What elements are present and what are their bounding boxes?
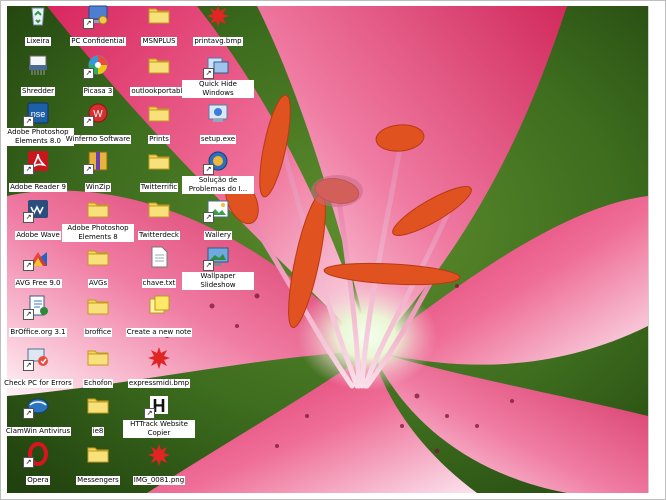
folder-icon: [146, 148, 172, 174]
desktop-icon-label: Picasa 3: [82, 87, 114, 96]
photoshop-elements-icon: pse ↗: [23, 100, 51, 127]
desktop-icon-label: Messengers: [76, 476, 120, 485]
desktop-icon-label: outlookportable: [130, 87, 188, 96]
bmp-splash-icon: [146, 344, 172, 370]
sticky-note-icon: [146, 293, 172, 319]
desktop-icon-label: Shredder: [21, 87, 55, 96]
desktop-icon-label: BrOffice.org 3.1: [9, 328, 67, 337]
broffice-icon: ↗: [23, 293, 51, 320]
desktop-icon-label: printavg.bmp: [193, 37, 243, 46]
text-file-icon: [146, 244, 172, 270]
folder-icon: [85, 392, 111, 418]
desktop-icon-label: Adobe Reader 9: [9, 183, 67, 192]
folder-icon: [146, 52, 172, 78]
opera-icon: ↗: [23, 441, 51, 468]
shortcut-arrow-icon: ↗: [203, 68, 214, 79]
desktop-icon-label: AVG Free 9.0: [14, 279, 62, 288]
adobe-reader-icon: ↗: [23, 148, 51, 175]
desktop-icon-label: Wallery: [204, 231, 232, 240]
desktop-icon-label: Adobe Wave: [15, 231, 61, 240]
shortcut-arrow-icon: ↗: [23, 212, 34, 223]
desktop-icon-label: Lixeira: [25, 37, 51, 46]
desktop-icon-label: Winferno Software: [64, 135, 132, 144]
folder-icon: [85, 196, 111, 222]
avg-icon: ↗: [23, 244, 51, 271]
picasa-icon: ↗: [83, 52, 111, 79]
shortcut-arrow-icon: ↗: [83, 164, 94, 175]
folder-icon: [85, 293, 111, 319]
right-screen-edge: [648, 6, 659, 493]
desktop-icon[interactable]: Create a new note: [123, 293, 195, 338]
desktop-icon-label: PC Confidential: [70, 37, 126, 46]
desktop-icon-label: Twitterrific: [139, 183, 179, 192]
desktop-icon[interactable]: IMG_0081.png: [123, 441, 195, 486]
desktop-icon-label: HTTrack Website Copier: [123, 420, 195, 438]
troubleshoot-icon: ↗: [203, 148, 231, 175]
desktop-icon-label: MSNPLUS: [141, 37, 177, 46]
shortcut-arrow-icon: ↗: [23, 309, 34, 320]
desktop-icon-label: expressmidi.bmp: [127, 379, 191, 388]
shredder-icon: [25, 52, 51, 78]
check-pc-icon: ↗: [23, 344, 51, 371]
desktop-icon[interactable]: ↗ Solução de Problemas do I...: [182, 148, 254, 195]
winferno-icon: W ↗: [83, 100, 111, 127]
shortcut-arrow-icon: ↗: [23, 116, 34, 127]
shortcut-arrow-icon: ↗: [23, 260, 34, 271]
shortcut-arrow-icon: ↗: [203, 212, 214, 223]
pc-lock-icon: ↗: [83, 2, 111, 29]
shortcut-arrow-icon: ↗: [83, 68, 94, 79]
folder-icon: [85, 441, 111, 467]
desktop-icon-label: Quick Hide Windows: [182, 80, 254, 98]
adobe-wave-icon: ↗: [23, 196, 51, 223]
desktop-icon-label: chave.txt: [141, 279, 177, 288]
desktop-icon-label: WinZip: [84, 183, 112, 192]
desktop-icon-label: setup.exe: [199, 135, 237, 144]
folder-icon: [146, 196, 172, 222]
recycle-bin-icon: [25, 2, 51, 28]
desktop-icon[interactable]: setup.exe: [182, 100, 254, 145]
shortcut-arrow-icon: ↗: [23, 164, 34, 175]
desktop-icon-label: Echofon: [82, 379, 114, 388]
folder-icon: [146, 100, 172, 126]
desktop-icon-label: Create a new note: [125, 328, 193, 337]
desktop-icon-label: AVGs: [87, 279, 109, 288]
desktop-icon[interactable]: ↗ Quick Hide Windows: [182, 52, 254, 99]
folder-icon: [85, 244, 111, 270]
httrack-icon: H ↗: [144, 392, 172, 419]
winzip-icon: ↗: [83, 148, 111, 175]
desktop-icon-label: IMG_0081.png: [132, 476, 186, 485]
shortcut-arrow-icon: ↗: [23, 360, 34, 371]
desktop-icon-label: Prints: [148, 135, 170, 144]
bmp-splash-icon: [146, 441, 172, 467]
desktop-icon-label: Wallpaper Slideshow: [182, 272, 254, 290]
setup-icon: [205, 100, 231, 126]
desktop-icon-label: Solução de Problemas do I...: [182, 176, 254, 194]
svg-text:W: W: [93, 109, 103, 120]
desktop-icon-label: Twitterdeck: [138, 231, 180, 240]
shortcut-arrow-icon: ↗: [203, 164, 214, 175]
folder-icon: [85, 344, 111, 370]
shortcut-arrow-icon: ↗: [203, 260, 214, 271]
desktop-icon-label: Opera: [26, 476, 50, 485]
shortcut-arrow-icon: ↗: [83, 116, 94, 127]
desktop-icon-label: ie8: [91, 427, 105, 436]
desktop-icon[interactable]: ↗ Wallpaper Slideshow: [182, 244, 254, 291]
shortcut-arrow-icon: ↗: [23, 457, 34, 468]
shortcut-arrow-icon: ↗: [144, 408, 155, 419]
bmp-splash-icon: [205, 2, 231, 28]
shortcut-arrow-icon: ↗: [83, 18, 94, 29]
desktop-icon[interactable]: ↗ Wallery: [182, 196, 254, 241]
desktop-icon[interactable]: H ↗ HTTrack Website Copier: [123, 392, 195, 439]
clamwin-icon: ↗: [23, 392, 51, 419]
folder-icon: [146, 2, 172, 28]
quick-hide-icon: ↗: [203, 52, 231, 79]
wallery-icon: ↗: [203, 196, 231, 223]
desktop-icon[interactable]: printavg.bmp: [182, 2, 254, 47]
wallpaper-slideshow-icon: ↗: [203, 244, 231, 271]
desktop-icon[interactable]: expressmidi.bmp: [123, 344, 195, 389]
desktop-icon-label: broffice: [83, 328, 113, 337]
shortcut-arrow-icon: ↗: [23, 408, 34, 419]
